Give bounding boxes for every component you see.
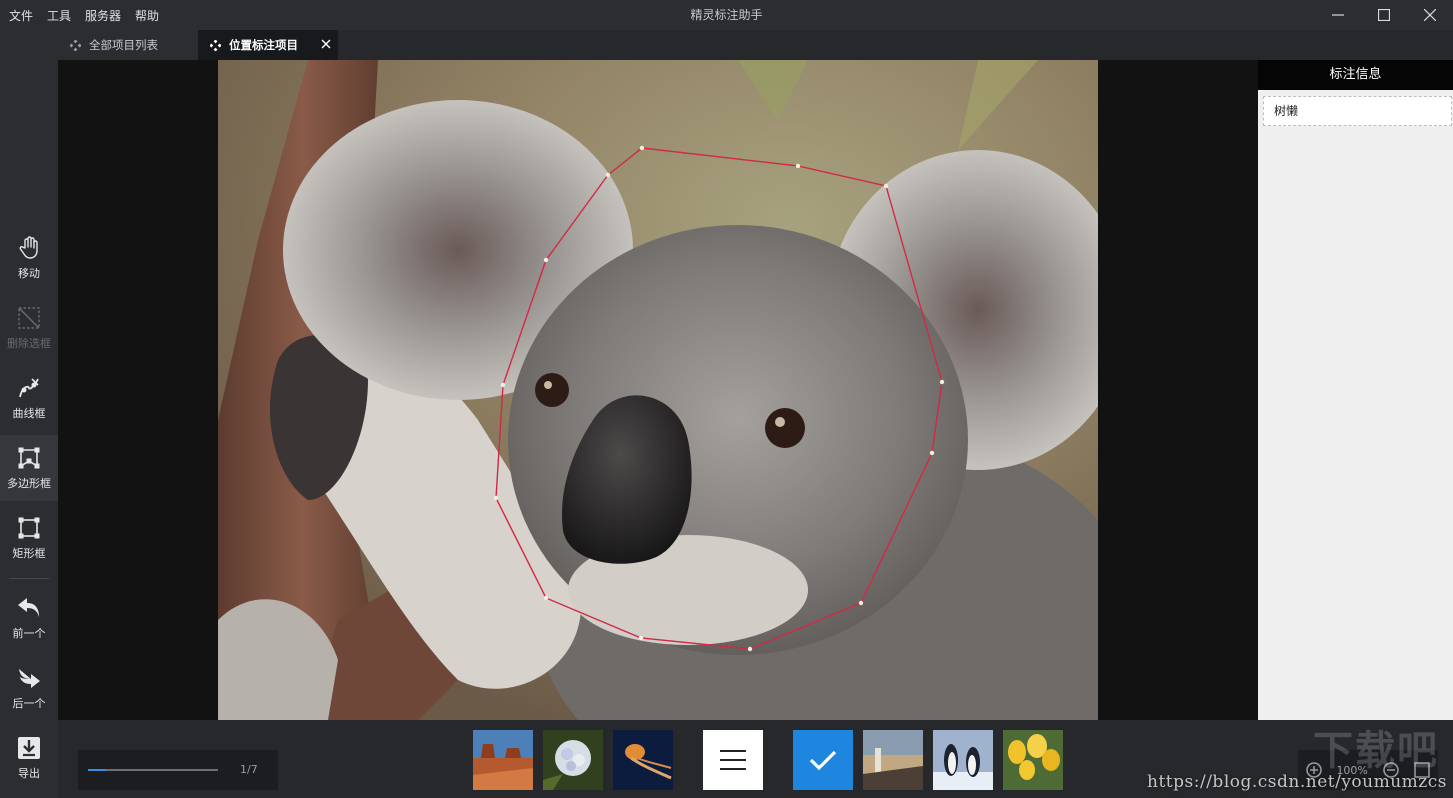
thumbnail-gap	[683, 730, 693, 790]
delete-selection-icon	[18, 307, 40, 329]
polygon-vertex-handle[interactable]	[605, 172, 611, 178]
diamond-icon	[210, 39, 221, 51]
close-window-button[interactable]	[1407, 0, 1453, 30]
tab-label: 位置标注项目	[229, 38, 298, 52]
polygon-vertex-handle[interactable]	[493, 495, 499, 501]
thumbnail-tulips[interactable]	[1003, 730, 1063, 790]
delete-box-tool[interactable]: 删除选框	[0, 295, 58, 361]
close-icon	[1424, 9, 1436, 21]
thumbnail-desert[interactable]	[473, 730, 533, 790]
tool-label: 曲线框	[12, 407, 46, 420]
next-button[interactable]: 后一个	[0, 655, 58, 721]
polygon-vertex-handle[interactable]	[939, 379, 945, 385]
watermark-url: https://blog.csdn.net/youmumzcs	[1147, 772, 1447, 792]
tool-label: 删除选框	[7, 337, 51, 350]
prev-button[interactable]: 前一个	[0, 585, 58, 651]
polygon-vertex-handle[interactable]	[500, 382, 506, 388]
polygon-vertex-handle[interactable]	[543, 595, 549, 601]
image-canvas	[218, 60, 1098, 720]
watermark-logo: 下载吧	[1313, 728, 1439, 774]
check-icon	[809, 750, 837, 771]
left-toolbar: 移动 删除选框 曲线框 多边形框 矩形框 前一个 后一个 导出	[0, 30, 58, 798]
tab-all-projects[interactable]: 全部项目列表	[58, 30, 198, 60]
polygon-box-tool[interactable]: 多边形框	[0, 435, 58, 501]
menu-bar: 文件 工具 服务器 帮助	[0, 7, 159, 24]
hand-icon	[19, 236, 38, 259]
thumbnail-image	[613, 730, 673, 790]
menu-server[interactable]: 服务器	[85, 7, 121, 24]
export-button[interactable]: 导出	[0, 725, 58, 791]
thumbnail-hydrangea[interactable]	[543, 730, 603, 790]
progress-panel: 1/7	[78, 750, 278, 790]
tool-label: 移动	[18, 267, 40, 280]
menu-file[interactable]: 文件	[9, 7, 33, 24]
tab-position-project[interactable]: 位置标注项目	[198, 30, 338, 60]
page-count: 1/7	[240, 763, 258, 776]
maximize-button[interactable]	[1361, 0, 1407, 30]
minimize-button[interactable]	[1315, 0, 1361, 30]
annotation-info-panel: 标注信息 树懒	[1258, 60, 1453, 720]
redo-arrow-icon	[19, 669, 40, 688]
thumbnail-image	[1003, 730, 1063, 790]
tab-label: 全部项目列表	[89, 38, 158, 52]
polygon-vertex-handle[interactable]	[747, 646, 753, 652]
curve-box-tool[interactable]: 曲线框	[0, 365, 58, 431]
thumbnail-image	[473, 730, 533, 790]
list-view-button[interactable]	[703, 730, 763, 790]
confirm-button[interactable]	[793, 730, 853, 790]
rectangle-icon	[18, 517, 40, 539]
polygon-vertex-handle[interactable]	[543, 257, 549, 263]
polygon-vertex-handle[interactable]	[858, 600, 864, 606]
toolbar-divider	[9, 578, 49, 579]
polygon-vertex-handle[interactable]	[638, 635, 644, 641]
polygon-vertex-handle[interactable]	[929, 450, 935, 456]
annotation-label-item[interactable]: 树懒	[1263, 96, 1452, 126]
thumbnail-lighthouse[interactable]	[863, 730, 923, 790]
tool-label: 前一个	[12, 627, 46, 640]
close-tab-icon[interactable]	[320, 38, 332, 50]
thumbnail-image	[863, 730, 923, 790]
thumbnail-gap	[773, 730, 783, 790]
polygon-vertex-handle[interactable]	[639, 145, 645, 151]
window-controls	[1315, 0, 1453, 30]
thumbnail-image	[933, 730, 993, 790]
app-window: 文件 工具 服务器 帮助 精灵标注助手 全部项目列表 位置标注项目 移动 删除选…	[0, 0, 1453, 798]
tool-label: 矩形框	[12, 547, 46, 560]
download-icon	[18, 737, 40, 759]
thumbnail-strip	[473, 730, 1063, 790]
menu-help[interactable]: 帮助	[135, 7, 159, 24]
diamond-icon	[70, 39, 81, 51]
list-icon	[720, 750, 746, 770]
menu-tools[interactable]: 工具	[47, 7, 71, 24]
tab-bar: 全部项目列表 位置标注项目	[58, 30, 1453, 60]
title-bar: 文件 工具 服务器 帮助 精灵标注助手	[0, 0, 1453, 30]
tool-label: 后一个	[12, 697, 46, 710]
move-tool[interactable]: 移动	[0, 225, 58, 291]
progress-bar	[88, 769, 218, 771]
app-title: 精灵标注助手	[690, 8, 763, 22]
thumbnail-image	[543, 730, 603, 790]
undo-arrow-icon	[18, 598, 39, 617]
polygon-icon	[18, 447, 40, 469]
maximize-icon	[1378, 9, 1390, 21]
progress-fill	[88, 769, 107, 771]
tool-label: 多边形框	[7, 477, 51, 490]
polygon-vertex-handle[interactable]	[795, 163, 801, 169]
thumbnail-penguins[interactable]	[933, 730, 993, 790]
rect-box-tool[interactable]: 矩形框	[0, 505, 58, 571]
annotation-canvas[interactable]	[58, 60, 1258, 720]
koala-photo[interactable]	[218, 60, 1098, 720]
tool-label: 导出	[18, 767, 40, 780]
polygon-vertex-handle[interactable]	[883, 183, 889, 189]
panel-title: 标注信息	[1258, 60, 1453, 90]
thumbnail-jellyfish[interactable]	[613, 730, 673, 790]
minimize-icon	[1332, 14, 1344, 16]
curve-icon	[19, 378, 39, 398]
